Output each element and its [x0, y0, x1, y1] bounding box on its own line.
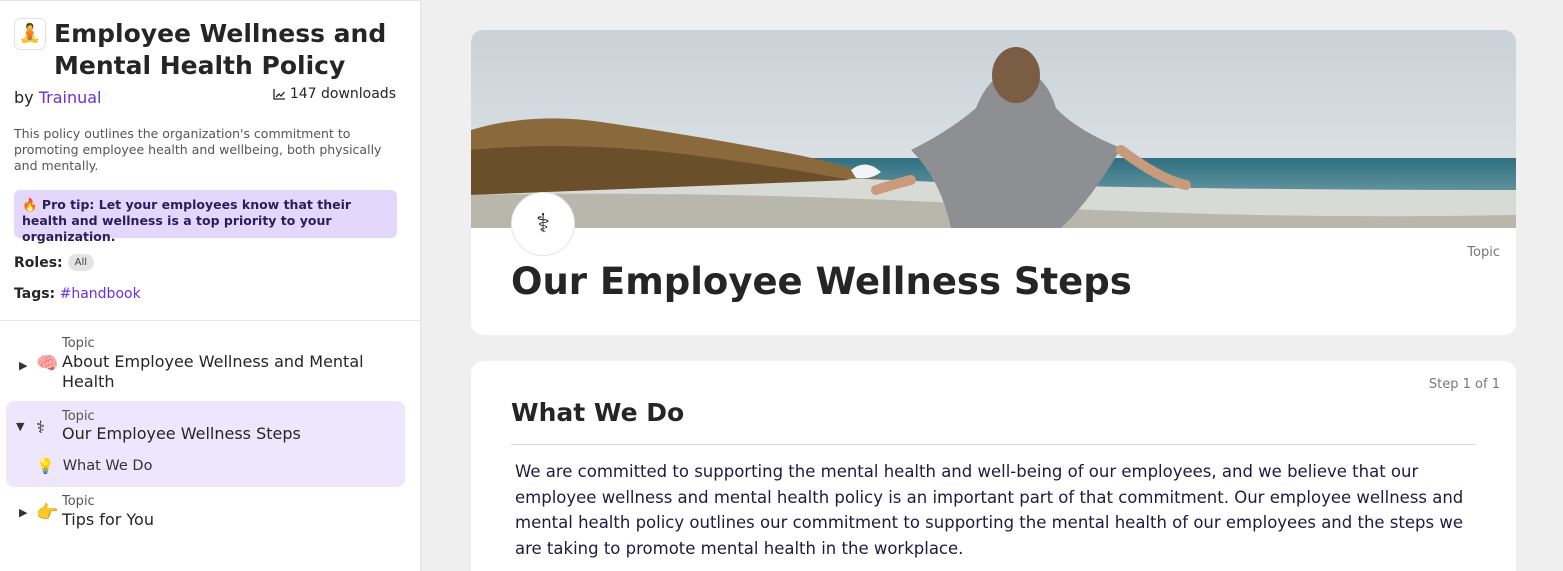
meditation-icon: 🧘	[14, 18, 46, 50]
topic-title: About Employee Wellness and Mental Healt…	[62, 352, 364, 391]
sidebar-topic-tips[interactable]: ▶ 👉 Topic Tips for You	[6, 493, 405, 535]
step-card: Step 1 of 1 What We Do We are committed …	[471, 361, 1516, 571]
topic-kicker: Topic	[62, 409, 95, 424]
pointing-hand-icon: 👉	[36, 502, 59, 523]
tags-label: Tags:	[14, 286, 56, 302]
policy-title: Employee Wellness and Mental Health Poli…	[54, 19, 387, 80]
sidebar-topic-wellness-steps[interactable]: ▼ ⚕ Topic Our Employee Wellness Steps 💡 …	[6, 401, 405, 487]
tag-handbook[interactable]: #handbook	[60, 286, 141, 302]
roles-row: Roles: All	[14, 254, 95, 271]
sidebar-divider	[0, 320, 421, 321]
caret-right-icon[interactable]: ▶	[19, 506, 27, 519]
brain-icon: 🧠	[36, 353, 59, 374]
byline: by Trainual	[14, 88, 102, 107]
downloads-count: 147 downloads	[273, 86, 396, 102]
title-row: 🧘 Employee Wellness and Mental Health Po…	[14, 18, 386, 80]
downloads-label: 147 downloads	[289, 86, 396, 102]
role-chip-all: All	[67, 254, 95, 271]
topic-header-card: ⚕ Topic Our Employee Wellness Steps	[471, 30, 1516, 335]
roles-label: Roles:	[14, 254, 63, 271]
medical-symbol-icon: ⚕	[511, 192, 575, 256]
trend-chart-icon	[273, 88, 285, 100]
step-title: What We Do	[511, 398, 685, 427]
hero-image	[471, 30, 1516, 228]
tags-row: Tags: #handbook	[14, 286, 141, 302]
topic-title: Our Employee Wellness Steps	[62, 424, 301, 443]
step-counter: Step 1 of 1	[1428, 377, 1500, 392]
topic-title: Tips for You	[62, 510, 154, 529]
caret-down-icon[interactable]: ▼	[16, 420, 24, 433]
sub-item-what-we-do[interactable]: 💡 What We Do	[36, 457, 152, 475]
sidebar-topic-about[interactable]: ▶ 🧠 Topic About Employee Wellness and Me…	[6, 335, 405, 395]
topic-title: Our Employee Wellness Steps	[511, 260, 1132, 303]
topic-kicker: Topic	[62, 336, 95, 351]
medical-symbol-icon: ⚕	[36, 418, 46, 438]
step-divider	[511, 444, 1476, 445]
sidebar: 🧘 Employee Wellness and Mental Health Po…	[0, 0, 421, 571]
step-body: We are committed to supporting the menta…	[515, 462, 1464, 558]
policy-description: This policy outlines the organization's …	[14, 126, 382, 173]
author-link[interactable]: Trainual	[39, 88, 102, 107]
caret-right-icon[interactable]: ▶	[19, 359, 27, 372]
byline-prefix: by	[14, 88, 34, 107]
pro-tip-banner: 🔥 Pro tip: Let your employees know that …	[14, 190, 397, 244]
sub-item-label: What We Do	[62, 458, 153, 474]
topic-kicker: Topic	[62, 494, 95, 509]
topic-type-label: Topic	[1467, 245, 1500, 260]
lightbulb-icon: 💡	[36, 457, 55, 475]
